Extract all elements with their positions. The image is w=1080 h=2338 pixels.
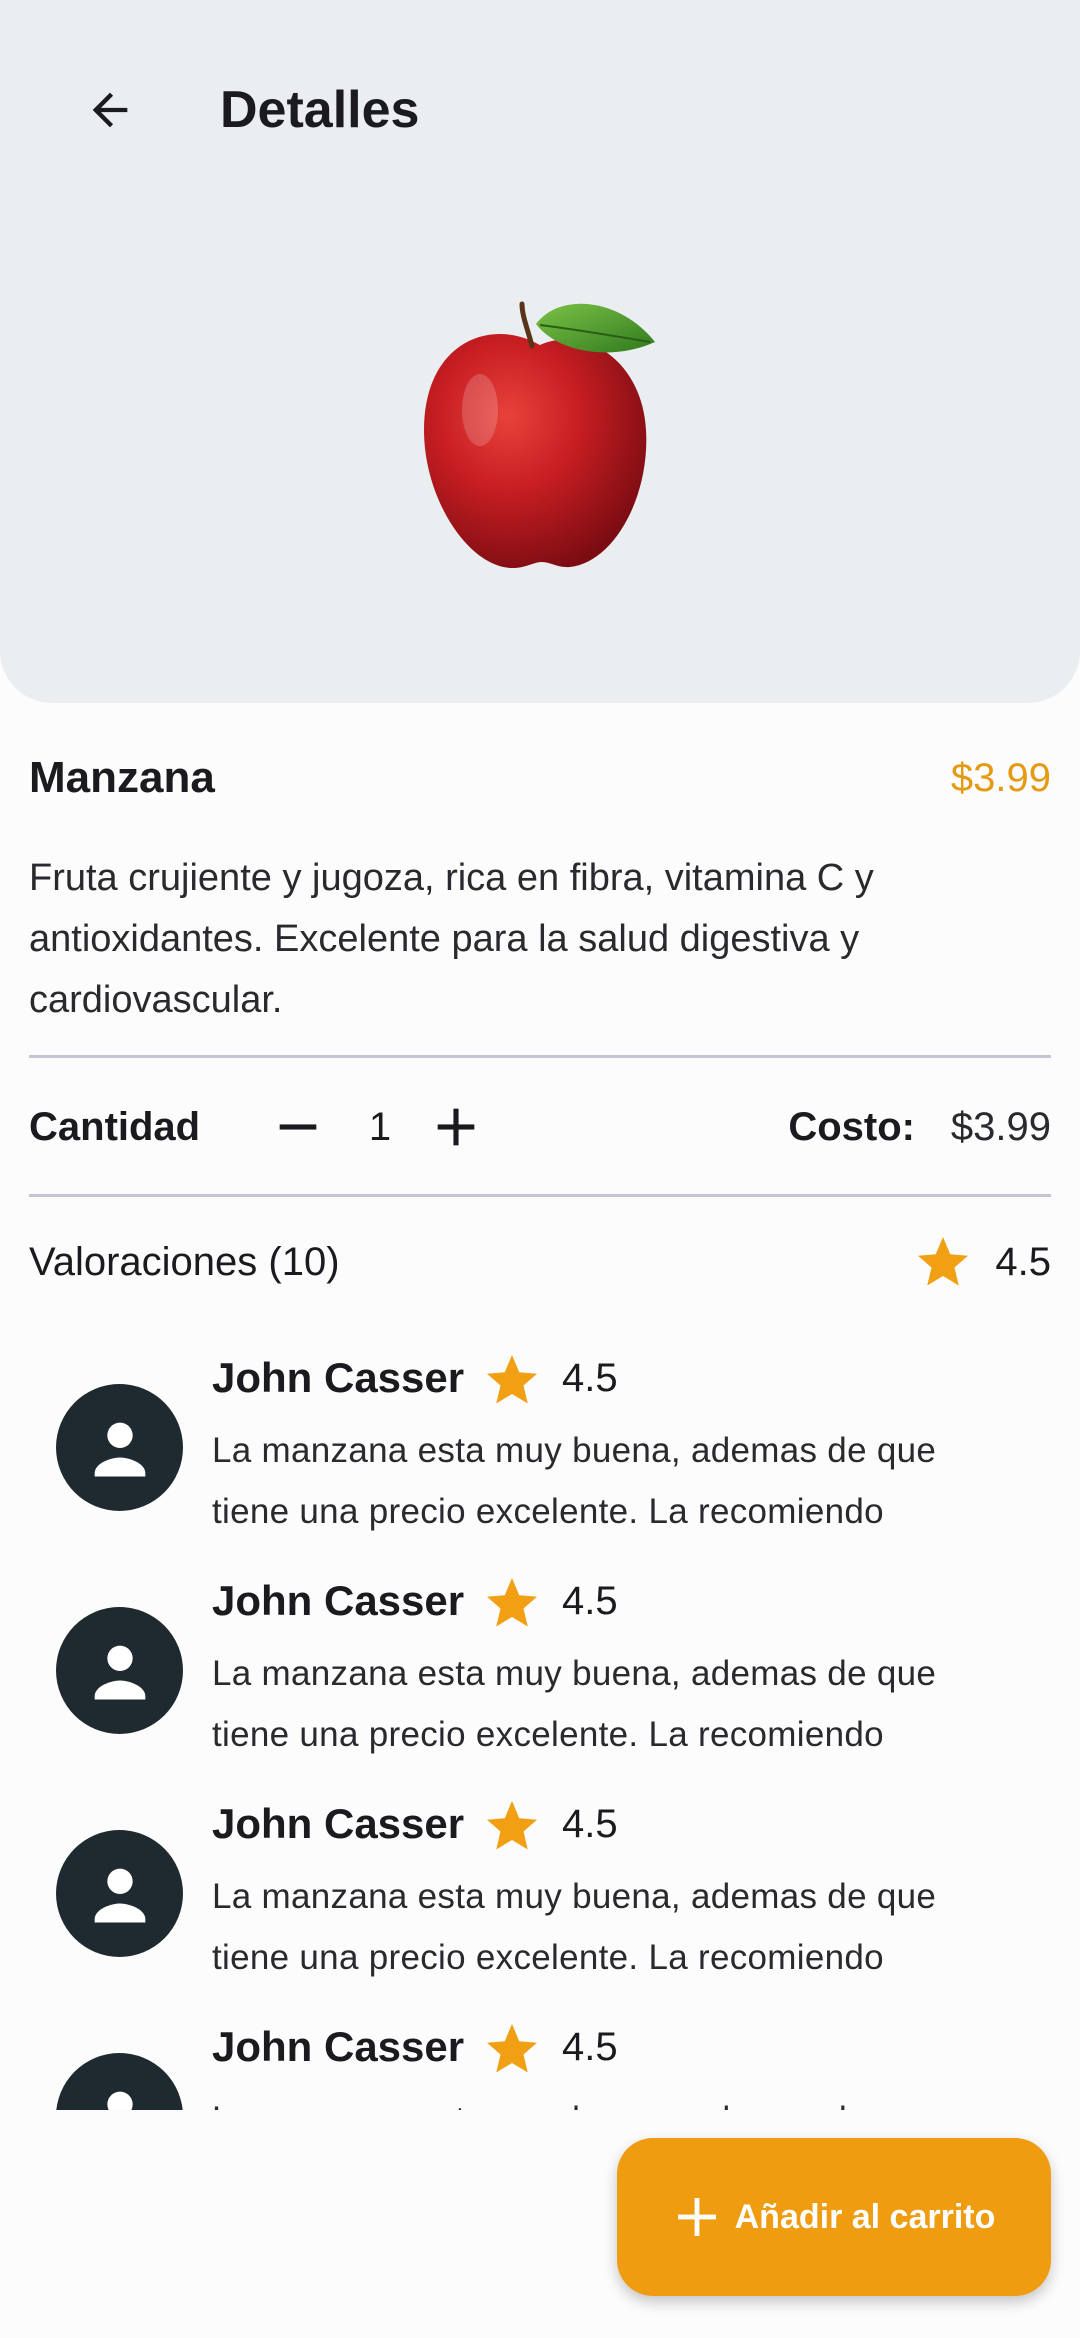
review-rating: 4.5 <box>562 2025 618 2069</box>
reviewer-name: John Casser <box>212 2023 465 2070</box>
avatar <box>56 1830 183 1957</box>
increment-button[interactable] <box>426 1097 486 1157</box>
person-icon <box>94 1645 145 1699</box>
reviewer-name: John Casser <box>212 1577 465 1624</box>
quantity-value: 1 <box>368 1105 392 1149</box>
quantity-row: Cantidad 1 Costo: $3.99 <box>29 1097 1051 1157</box>
review-item: John Casser 4.5 La manzana esta muy buen… <box>0 1320 1080 1544</box>
product-name: Manzana <box>29 753 215 802</box>
review-rating: 4.5 <box>562 1356 618 1400</box>
avatar <box>56 1607 183 1734</box>
plus-icon <box>437 1108 475 1146</box>
decrement-button[interactable] <box>268 1097 328 1157</box>
back-button[interactable] <box>70 70 150 150</box>
person-icon <box>106 2091 133 2110</box>
reviews-list[interactable]: John Casser 4.5 La manzana esta muy buen… <box>0 1320 1080 2110</box>
quantity-label: Cantidad <box>29 1105 201 1149</box>
product-hero: Detalles <box>0 0 1080 703</box>
review-item: John Casser 4.5 La manzana esta muy buen… <box>0 1543 1080 1767</box>
avatar <box>56 1384 183 1511</box>
cost-label: Costo: <box>788 1105 915 1149</box>
apple-image <box>424 301 655 569</box>
reviewer-name: John Casser <box>212 1800 465 1847</box>
minus-icon <box>279 1124 317 1130</box>
product-header: Manzana $3.99 <box>29 748 1051 808</box>
person-icon <box>94 1868 145 1922</box>
add-to-cart-label: Añadir al carrito <box>734 2197 996 2236</box>
review-text: La manzana esta muy buena, ademas de que… <box>212 1877 937 1977</box>
review-text: La manzana esta muy buena, ademas de que… <box>212 1654 937 1754</box>
review-text: La manzana esta muy buena, ademas de que… <box>212 1431 937 1531</box>
divider <box>29 1055 1051 1058</box>
ratings-average: 4.5 <box>995 1240 1051 1284</box>
star-icon <box>487 1355 537 1404</box>
review-item: John Casser 4.5 La manzana esta muy buen… <box>0 1989 1080 2110</box>
ratings-summary: Valoraciones (10) 4.5 <box>29 1232 1051 1292</box>
star-icon <box>487 1578 537 1627</box>
person-icon <box>94 1422 145 1476</box>
page-title: Detalles <box>220 81 420 139</box>
review-text: La manzana esta muy buena, ademas de que… <box>212 2089 1012 2110</box>
review-item: John Casser 4.5 La manzana esta muy buen… <box>0 1766 1080 1990</box>
avatar <box>56 2053 183 2110</box>
add-to-cart-button[interactable]: Añadir al carrito <box>617 2138 1051 2296</box>
divider <box>29 1194 1051 1197</box>
plus-icon <box>677 2198 716 2236</box>
star-icon <box>918 1237 968 1286</box>
arrow-left-icon <box>92 92 128 128</box>
cost-value: $3.99 <box>950 1105 1051 1149</box>
review-rating: 4.5 <box>562 1579 618 1623</box>
star-icon <box>487 2024 537 2073</box>
product-description: Fruta crujiente y jugoza, rica en fibra,… <box>29 857 874 1021</box>
reviewer-name: John Casser <box>212 1354 465 1401</box>
ratings-label: Valoraciones (10) <box>29 1240 340 1284</box>
product-price: $3.99 <box>950 756 1051 800</box>
review-rating: 4.5 <box>562 1802 618 1846</box>
star-icon <box>487 1801 537 1850</box>
